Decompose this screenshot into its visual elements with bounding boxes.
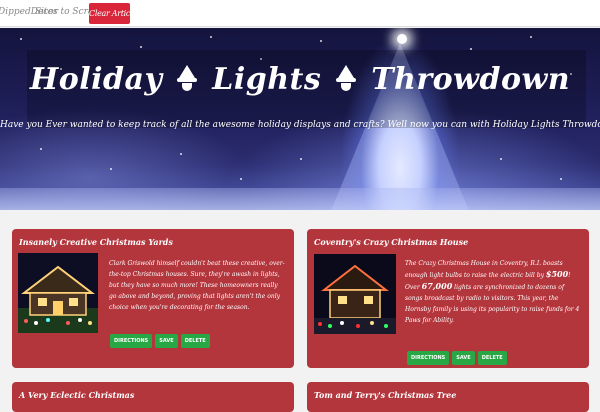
hero-banner: Holiday Lights Throwdown Have you Ever w…	[0, 28, 600, 210]
hero-title-word: Holiday	[29, 62, 163, 97]
snowflake	[180, 153, 182, 155]
save-button[interactable]: SAVE	[155, 334, 178, 348]
article-title[interactable]: A Very Eclectic Christmas	[19, 390, 134, 400]
directions-button[interactable]: DIRECTIONS	[407, 351, 450, 365]
delete-button[interactable]: DELETE	[477, 351, 507, 365]
article-summary-text: The Crazy Christmas House in Coventry, R…	[405, 260, 563, 279]
article-card: Coventry's Crazy Christmas House The Cra…	[307, 229, 589, 368]
article-actions: DIRECTIONS SAVE DELETE	[110, 327, 213, 348]
snowflake	[560, 178, 562, 180]
snowflake	[320, 40, 322, 42]
elf-hat-icon	[177, 65, 198, 91]
article-thumbnail	[314, 254, 396, 334]
article-summary-highlight: 67,000	[421, 281, 453, 291]
hero-title-word: Throwdown	[371, 62, 571, 97]
snowflake	[240, 178, 242, 180]
article-card: A Very Eclectic Christmas	[12, 382, 294, 412]
snow-ground	[0, 188, 600, 210]
snowflake	[110, 168, 112, 170]
delete-button[interactable]: DELETE	[180, 334, 210, 348]
directions-button[interactable]: DIRECTIONS	[110, 334, 153, 348]
snowflake	[500, 158, 502, 160]
article-thumbnail	[18, 253, 98, 333]
elf-hat-icon	[336, 65, 357, 91]
save-button[interactable]: SAVE	[452, 351, 475, 365]
snowflake	[300, 158, 302, 160]
snowflake	[40, 148, 42, 150]
hero-title-word: Lights	[212, 62, 322, 97]
article-card: Tom and Terry's Christmas Tree	[307, 382, 589, 412]
hero-title: Holiday Lights Throwdown	[0, 62, 600, 97]
snowflake	[210, 36, 212, 38]
article-summary-highlight: $500	[545, 269, 569, 279]
article-card: Insanely Creative Christmas Yards Clark …	[12, 229, 294, 368]
article-summary: Clark Griswold himself couldn't beat the…	[109, 260, 285, 311]
clear-articles-button[interactable]: Clear Articles	[89, 3, 130, 24]
hero-subtitle: Have you Ever wanted to keep track of al…	[0, 120, 600, 130]
article-actions: DIRECTIONS SAVE DELETE	[407, 344, 510, 365]
snowflake	[140, 46, 142, 48]
article-title[interactable]: Tom and Terry's Christmas Tree	[314, 390, 456, 400]
article-summary: The Crazy Christmas House in Coventry, R…	[405, 258, 583, 326]
tree-star-icon	[397, 34, 407, 44]
article-title[interactable]: Insanely Creative Christmas Yards	[19, 237, 173, 247]
article-title[interactable]: Coventry's Crazy Christmas House	[314, 237, 468, 247]
navbar: DippedDecor Sites to Scrape Clear Articl…	[0, 0, 600, 27]
snowflake	[530, 36, 532, 38]
snowflake	[20, 38, 22, 40]
